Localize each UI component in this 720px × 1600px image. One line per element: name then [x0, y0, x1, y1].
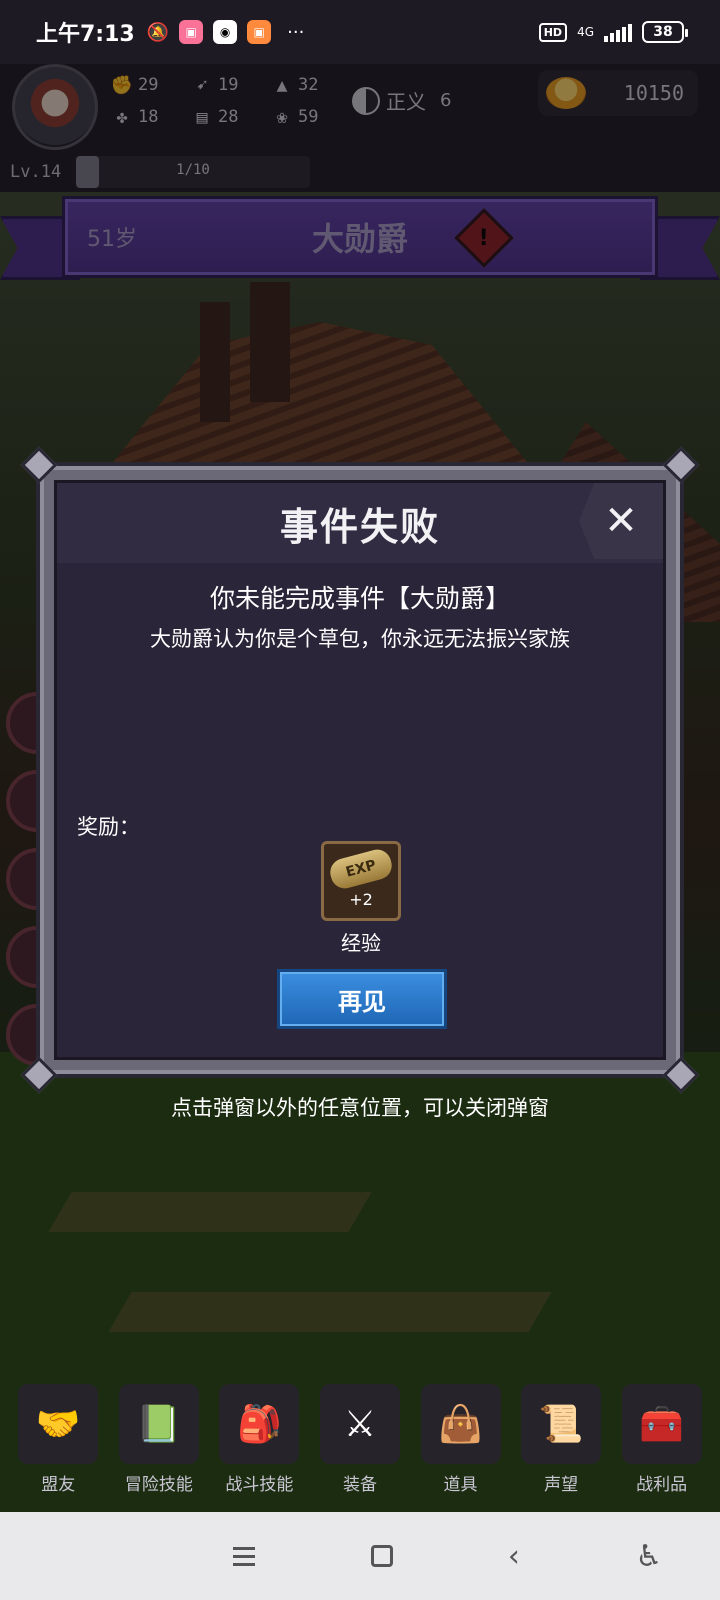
tab-label: 装备 — [342, 1475, 377, 1495]
tab-adventure-skills[interactable]: 📗 冒险技能 — [112, 1384, 206, 1512]
battery-icon: 38 — [642, 21, 688, 43]
tab-label: 声望 — [544, 1475, 579, 1495]
qq-app-icon: ◉ — [213, 20, 238, 44]
event-result-dialog: 事件失败 ✕ 你未能完成事件【大勋爵】 大勋爵认为你是个草包，你永远无法振兴家族… — [20, 446, 700, 1094]
handshake-icon: 🤝 — [18, 1384, 99, 1464]
reward-amount: +2 — [349, 889, 373, 909]
back-icon[interactable]: ‹ — [508, 1539, 520, 1574]
tab-items[interactable]: 👜 道具 — [414, 1384, 508, 1512]
reward-exp-item[interactable]: EXP +2 — [321, 841, 401, 921]
exp-scroll-icon: EXP — [327, 845, 395, 892]
tab-label: 盟友 — [41, 1475, 76, 1495]
network-type: 4G — [577, 25, 594, 39]
tab-label: 道具 — [443, 1475, 478, 1495]
dialog-title: 事件失败 — [279, 504, 440, 549]
tab-label: 战利品 — [636, 1475, 688, 1495]
status-time: 上午7:13 — [36, 22, 135, 47]
home-icon[interactable] — [370, 1545, 393, 1567]
tab-label: 战斗技能 — [225, 1475, 294, 1495]
pouch-icon: 👜 — [420, 1384, 501, 1464]
menu-icon[interactable] — [233, 1546, 256, 1566]
close-hint: 点击弹窗以外的任意位置，可以关闭弹窗 — [171, 1096, 549, 1120]
shopping-app-icon: ▣ — [247, 20, 272, 44]
bilibili-app-icon: ▣ — [179, 20, 204, 44]
dialog-header: 事件失败 ✕ — [57, 483, 663, 563]
spellbook-icon: 📗 — [118, 1384, 199, 1464]
status-bar: 上午7:13 🔕 ▣ ◉ ▣ ··· HD 4G 38 — [0, 0, 720, 64]
reward-name: 经验 — [341, 931, 381, 955]
treasure-chest-icon: 🧰 — [621, 1384, 702, 1464]
reward-label: 奖励： — [77, 815, 140, 839]
bell-muted-icon: 🔕 — [146, 21, 170, 43]
signal-icon — [604, 22, 632, 42]
bottom-menu: 🤝 盟友 📗 冒险技能 🎒 战斗技能 ⚔ 装备 👜 道具 📜 声望 🧰 战利品 — [0, 1384, 720, 1512]
dialog-body: 事件失败 ✕ 你未能完成事件【大勋爵】 大勋爵认为你是个草包，你永远无法振兴家族… — [54, 480, 666, 1060]
tab-allies[interactable]: 🤝 盟友 — [11, 1384, 105, 1512]
battery-level: 38 — [653, 24, 673, 40]
accessibility-icon[interactable]: ♿ — [635, 1539, 662, 1574]
scroll-icon: 📜 — [521, 1384, 602, 1464]
tab-label: 冒险技能 — [124, 1475, 193, 1495]
failure-message: 你未能完成事件【大勋爵】 — [209, 584, 510, 613]
more-notifications-icon: ··· — [287, 21, 305, 43]
tab-reputation[interactable]: 📜 声望 — [514, 1384, 608, 1512]
failure-detail: 大勋爵认为你是个草包，你永远无法振兴家族 — [150, 627, 570, 651]
tab-combat-skills[interactable]: 🎒 战斗技能 — [212, 1384, 306, 1512]
close-icon[interactable]: ✕ — [579, 483, 663, 559]
system-nav-bar: ‹ ♿ — [0, 1512, 720, 1600]
backpack-icon: 🎒 — [219, 1384, 300, 1464]
crossed-swords-icon: ⚔ — [319, 1384, 400, 1464]
goodbye-button[interactable]: 再见 — [277, 969, 447, 1029]
tab-equipment[interactable]: ⚔ 装备 — [313, 1384, 407, 1512]
tab-loot[interactable]: 🧰 战利品 — [615, 1384, 709, 1512]
hd-badge: HD — [538, 22, 568, 42]
